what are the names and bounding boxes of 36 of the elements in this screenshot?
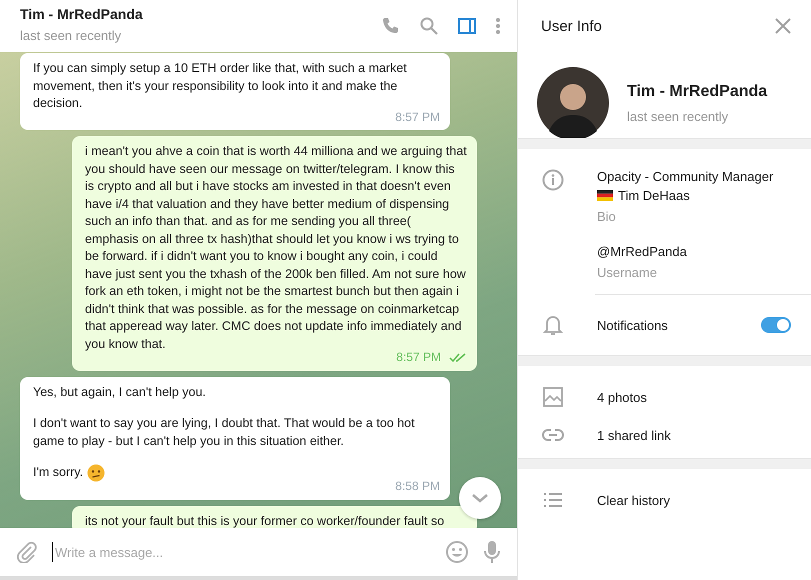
bio-name: Tim DeHaas xyxy=(618,188,690,203)
info-icon xyxy=(542,169,564,191)
bio-text: Opacity - Community Manager xyxy=(597,169,774,184)
message-text: its not your fault but this is your former co worker/founder fault so xyxy=(85,512,444,528)
bell-icon xyxy=(542,314,564,336)
microphone-icon[interactable] xyxy=(483,540,501,564)
avatar-silhouette xyxy=(537,67,609,139)
chat-status: last seen recently xyxy=(20,28,122,43)
image-icon xyxy=(542,387,564,407)
message-text: Yes, but again, I can't help you. xyxy=(33,384,206,401)
emoji-icon[interactable] xyxy=(445,540,469,564)
list-icon xyxy=(542,493,564,507)
profile-name: Tim - MrRedPanda xyxy=(627,82,768,100)
chat-title: Tim - MrRedPanda xyxy=(20,6,143,22)
more-menu-icon[interactable] xyxy=(495,16,501,36)
message-text: I'm sorry. xyxy=(33,464,84,482)
username-label: Username xyxy=(597,265,658,280)
notifications-label: Notifications xyxy=(597,318,669,332)
link-icon xyxy=(542,428,564,442)
close-icon[interactable] xyxy=(775,18,791,34)
message-text: I don't want to say you are lying, I doubt that. That would be a too hot game to play - but I can't help you in this situation either. xyxy=(33,415,416,450)
chevron-down-icon xyxy=(471,493,489,503)
profile-status: last seen recently xyxy=(627,108,730,124)
notifications-toggle[interactable] xyxy=(761,317,791,333)
attach-icon[interactable] xyxy=(16,541,38,563)
search-icon[interactable] xyxy=(419,16,439,36)
media-item[interactable]: 4 photos xyxy=(597,390,647,404)
username: @MrRedPanda xyxy=(597,244,688,259)
bio-label: Bio xyxy=(597,209,617,224)
media-item[interactable]: 1 shared link xyxy=(597,428,671,442)
phone-icon[interactable] xyxy=(381,16,401,36)
clear-history-action[interactable]: Clear history xyxy=(597,492,670,508)
scroll-down-button[interactable] xyxy=(459,477,501,519)
side-panel-icon[interactable] xyxy=(457,16,477,36)
message-time: 8:58 PM xyxy=(395,478,440,495)
panel-title: User Info xyxy=(541,18,602,34)
